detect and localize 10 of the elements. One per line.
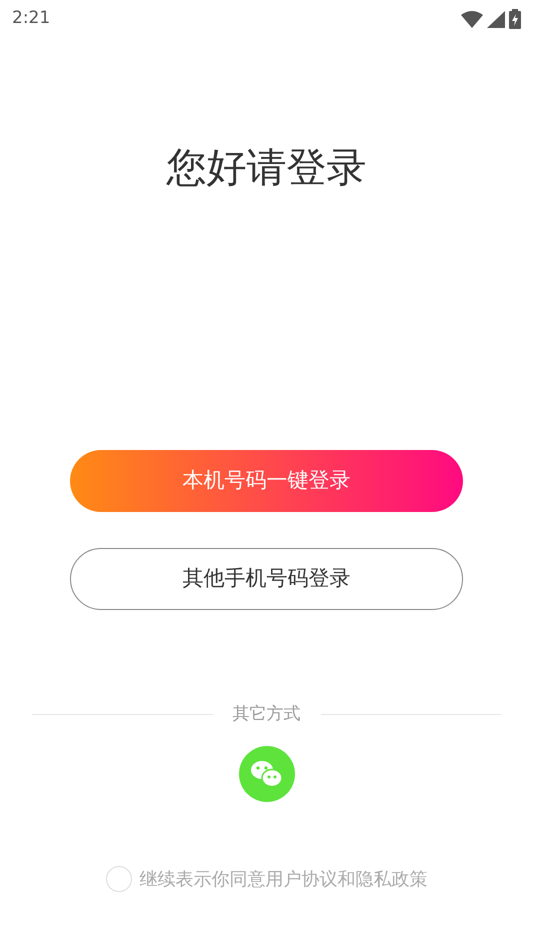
agree-checkbox[interactable] [106,866,132,892]
section-label: 其它方式 [232,703,302,726]
signal-icon [487,10,505,28]
battery-icon [509,9,521,29]
phone-login-button[interactable]: 其他手机号码登录 [70,548,463,610]
wifi-icon [461,10,483,28]
status-time: 2:21 [12,7,50,30]
wechat-icon[interactable] [238,746,294,802]
agreement-text: 继续表示你同意用户协议和隐私政策 [140,868,428,892]
page-title: 您好请登录 [166,145,366,191]
